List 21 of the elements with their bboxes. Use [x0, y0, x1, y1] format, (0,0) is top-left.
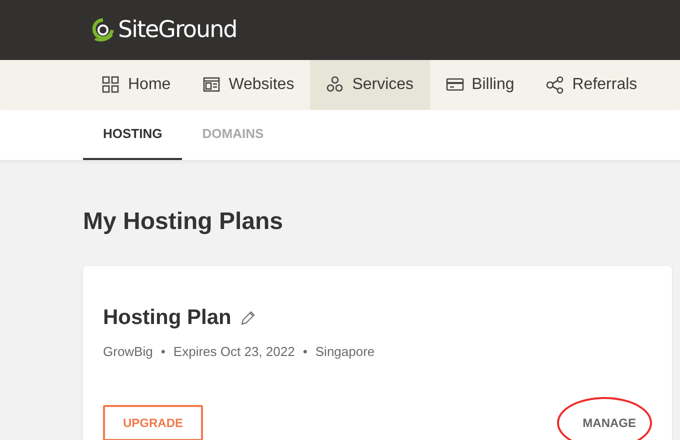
edit-icon[interactable] — [239, 308, 258, 327]
plan-detail: Expires Oct 23, 2022 — [173, 342, 295, 361]
plan-detail: Singapore — [315, 342, 375, 361]
separator-dot: • — [302, 342, 308, 360]
separator-dot: • — [160, 342, 166, 360]
page-heading: My Hosting Plans — [83, 207, 284, 237]
share-icon — [546, 76, 564, 94]
sub-tab[interactable]: HOSTING — [83, 110, 182, 160]
logo-icon — [92, 17, 114, 43]
plan-title: Hosting Plan — [103, 305, 232, 331]
manage-link[interactable]: MANAGE — [582, 407, 636, 439]
nav-tab[interactable]: Websites — [186, 60, 310, 110]
plan-detail: GrowBig — [103, 342, 153, 361]
nav-tab[interactable]: Billing — [430, 60, 530, 110]
grid-icon — [102, 76, 120, 94]
nav-tab[interactable]: Home — [86, 60, 187, 110]
circles-icon — [326, 76, 344, 94]
brand-name: SiteGround — [118, 16, 237, 45]
layout-icon — [202, 76, 221, 94]
nav-tab[interactable]: Referrals — [530, 60, 654, 110]
nav-tab[interactable]: Services — [310, 60, 430, 110]
